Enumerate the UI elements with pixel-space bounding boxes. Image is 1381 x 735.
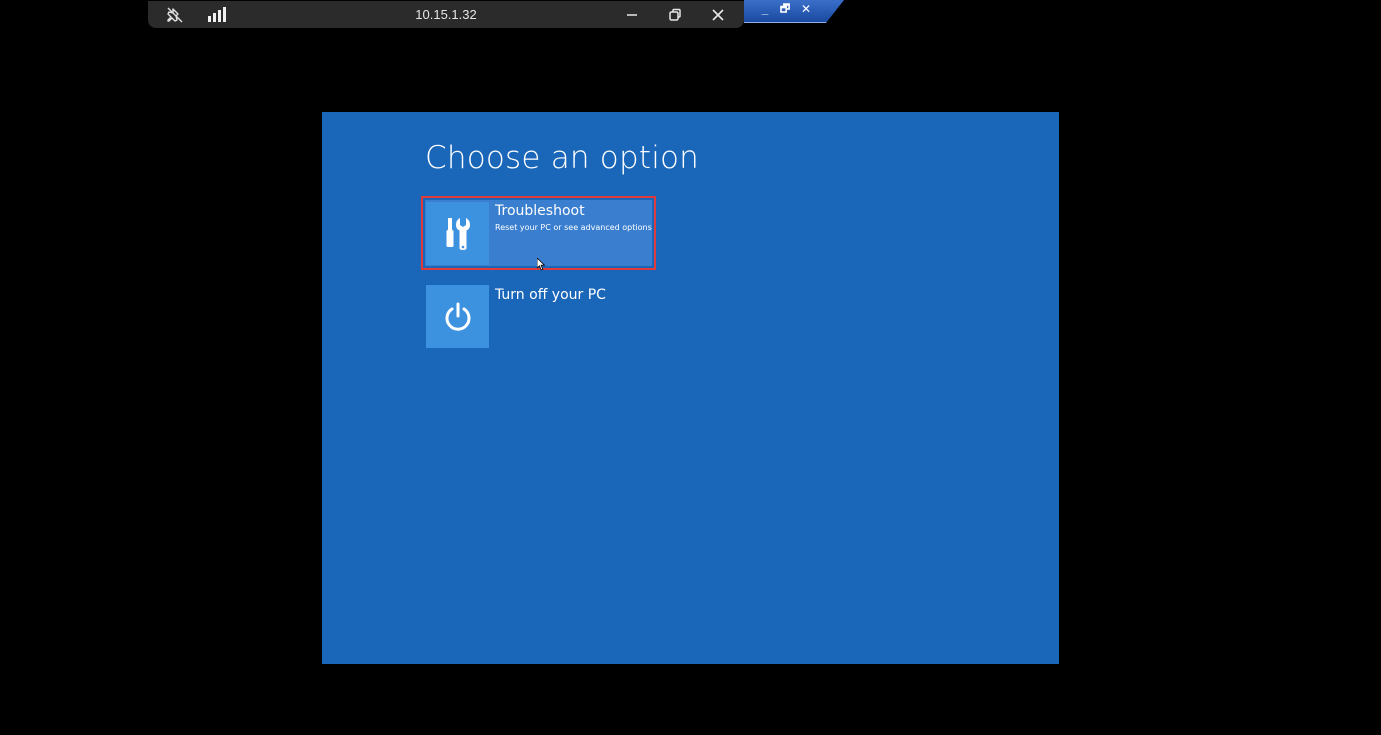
troubleshoot-description: Reset your PC or see advanced options <box>495 223 652 232</box>
close-icon <box>712 9 724 21</box>
remote-connection-bar: 10.15.1.32 <box>148 1 744 28</box>
close-button[interactable] <box>708 5 728 25</box>
turn-off-pc-option[interactable]: Turn off your PC <box>425 284 652 350</box>
host-window-titlebar: _ 🗗 ✕ <box>744 0 844 23</box>
host-close-button[interactable]: ✕ <box>799 2 813 16</box>
troubleshoot-option[interactable]: Troubleshoot Reset your PC or see advanc… <box>421 196 656 270</box>
power-icon <box>445 302 470 331</box>
pin-off-icon[interactable] <box>166 6 184 24</box>
remote-desktop-viewport: 10.15.1.32 _ 🗗 ✕ Choose an option Troubl… <box>0 0 1381 735</box>
page-title: Choose an option <box>425 140 700 176</box>
minimize-icon <box>627 14 637 16</box>
restore-button[interactable] <box>665 5 685 25</box>
restore-icon <box>669 8 681 21</box>
host-restore-button[interactable]: 🗗 <box>778 2 792 16</box>
connection-address: 10.15.1.32 <box>415 7 477 22</box>
troubleshoot-label: Troubleshoot <box>495 203 585 219</box>
turn-off-pc-label: Turn off your PC <box>495 287 606 303</box>
recovery-screen: Choose an option Troubleshoot Reset your… <box>322 112 1059 664</box>
host-minimize-button[interactable]: _ <box>758 2 772 16</box>
minimize-button[interactable] <box>622 5 642 25</box>
troubleshoot-tile <box>426 202 489 265</box>
power-tile <box>426 285 489 348</box>
mouse-cursor-icon <box>537 258 545 271</box>
connection-signal-icon[interactable] <box>208 7 228 22</box>
tools-icon <box>446 217 470 250</box>
